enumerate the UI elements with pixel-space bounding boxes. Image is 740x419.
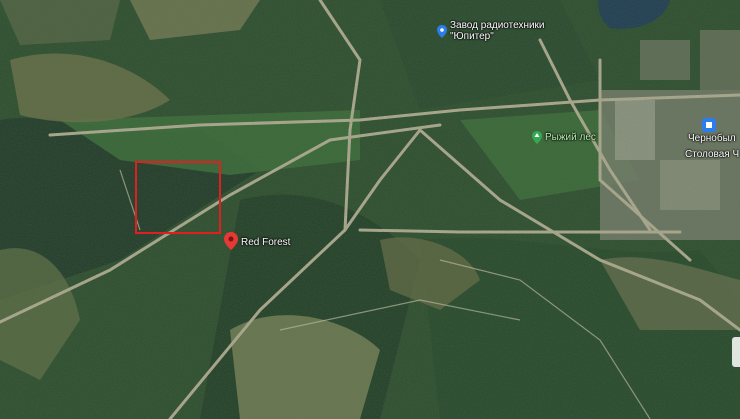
highlight-rectangle bbox=[135, 161, 221, 234]
poi-red-forest-ru[interactable]: Рыжий лес bbox=[532, 131, 596, 144]
red-forest-label[interactable]: Red Forest bbox=[241, 237, 290, 248]
red-forest-label-text: Red Forest bbox=[241, 237, 291, 248]
blue-pin-icon bbox=[437, 24, 447, 38]
green-tree-pin-icon bbox=[532, 131, 542, 144]
city-label-text: Чернобыл bbox=[688, 133, 736, 144]
satellite-imagery bbox=[0, 0, 740, 419]
satellite-map[interactable]: Red Forest Завод радиотехники "Юпитер" Р… bbox=[0, 0, 740, 419]
poi-cafe-label: Столовая Ч bbox=[685, 149, 740, 160]
poi-factory-label: Завод радиотехники "Юпитер" bbox=[450, 20, 545, 42]
poi-red-forest-ru-label: Рыжий лес bbox=[545, 132, 596, 143]
poi-cafe[interactable]: Столовая Ч bbox=[685, 149, 739, 160]
red-pin-icon[interactable] bbox=[224, 232, 238, 250]
city-label: Чернобыл bbox=[688, 133, 736, 144]
map-side-control[interactable] bbox=[732, 337, 740, 367]
poi-factory[interactable]: Завод радиотехники "Юпитер" bbox=[437, 20, 545, 42]
